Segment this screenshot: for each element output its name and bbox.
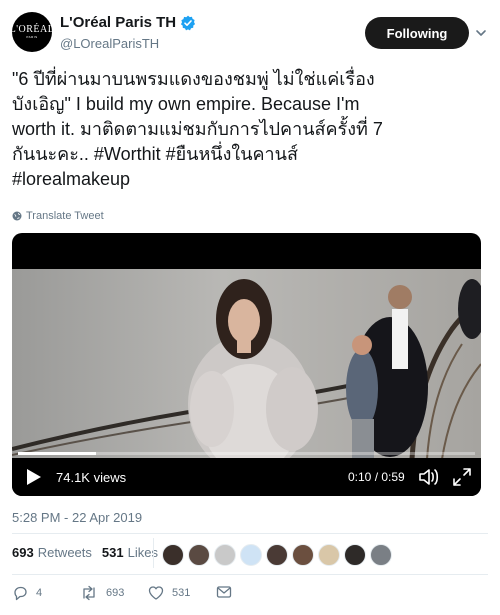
likes-stat[interactable]: 531 Likes [102,545,158,560]
engagement-stats: 693 Retweets 531 Likes [12,545,158,560]
retweet-icon [83,585,95,601]
divider [12,533,488,534]
volume-icon[interactable] [418,467,440,487]
name-row: L'Oréal Paris TH [60,14,196,31]
liker-avatar[interactable] [344,544,366,566]
likes-count: 531 [101,545,124,560]
retweet-count: 693 [106,587,125,599]
reply-count: 4 [36,587,43,599]
video-frame[interactable] [12,269,481,459]
like-count: 531 [172,587,191,599]
divider [12,574,488,575]
video-progress-fill [18,452,96,455]
liker-avatar[interactable] [318,544,340,566]
heart-icon [148,586,164,600]
following-button[interactable]: Following [365,17,469,49]
retweets-stat[interactable]: 693 Retweets [12,545,92,560]
video-time: 0:10 / 0:59 [348,470,405,484]
chevron-down-icon[interactable] [475,27,487,39]
reply-action[interactable]: 4 [12,585,42,601]
liker-avatar[interactable] [240,544,262,566]
translate-tweet-label[interactable]: Translate Tweet [26,210,104,222]
liker-avatar[interactable] [162,544,184,566]
play-icon[interactable] [26,468,42,486]
avatar[interactable]: L'ORÉAL PARIS [9,12,55,52]
tweet-header: L'ORÉAL PARIS L'Oréal Paris TH @LOrealPa… [9,12,488,56]
likers-avatars [162,544,396,566]
globe-icon [12,211,22,221]
account-handle[interactable]: @LOrealParisTH [60,36,159,51]
avatar-logo-subtext: PARIS [26,34,38,39]
avatar-logo-text: L'ORÉAL [9,23,55,35]
like-action[interactable]: 531 [148,585,190,601]
liker-avatar[interactable] [188,544,210,566]
message-action[interactable] [216,585,240,599]
translate-tweet-link[interactable]: Translate Tweet [12,210,104,222]
liker-avatar[interactable] [266,544,288,566]
video-player[interactable]: 74.1K views 0:10 / 0:59 [12,233,481,496]
tweet-timestamp[interactable]: 5:28 PM - 22 Apr 2019 [12,510,142,525]
retweets-label: Retweets [37,545,92,560]
liker-avatar[interactable] [292,544,314,566]
video-progress-bar[interactable] [18,452,475,455]
display-name[interactable]: L'Oréal Paris TH [60,14,176,31]
fullscreen-icon[interactable] [452,467,472,487]
reply-icon [14,586,27,601]
retweet-action[interactable]: 693 [80,585,124,601]
video-controls: 74.1K views 0:10 / 0:59 [12,458,481,496]
tweet-actions: 4 693 531 [12,585,488,605]
video-view-count: 74.1K views [56,470,127,485]
retweets-count: 693 [12,545,34,560]
tweet-text: "6 ปีที่ผ่านมาบนพรมแดงของชมพู่ ไม่ใช่แค่… [12,69,383,189]
liker-avatar[interactable] [370,544,392,566]
stats-separator [153,538,154,568]
liker-avatar[interactable] [214,544,236,566]
verified-badge-icon [181,15,196,30]
envelope-icon [216,586,232,598]
